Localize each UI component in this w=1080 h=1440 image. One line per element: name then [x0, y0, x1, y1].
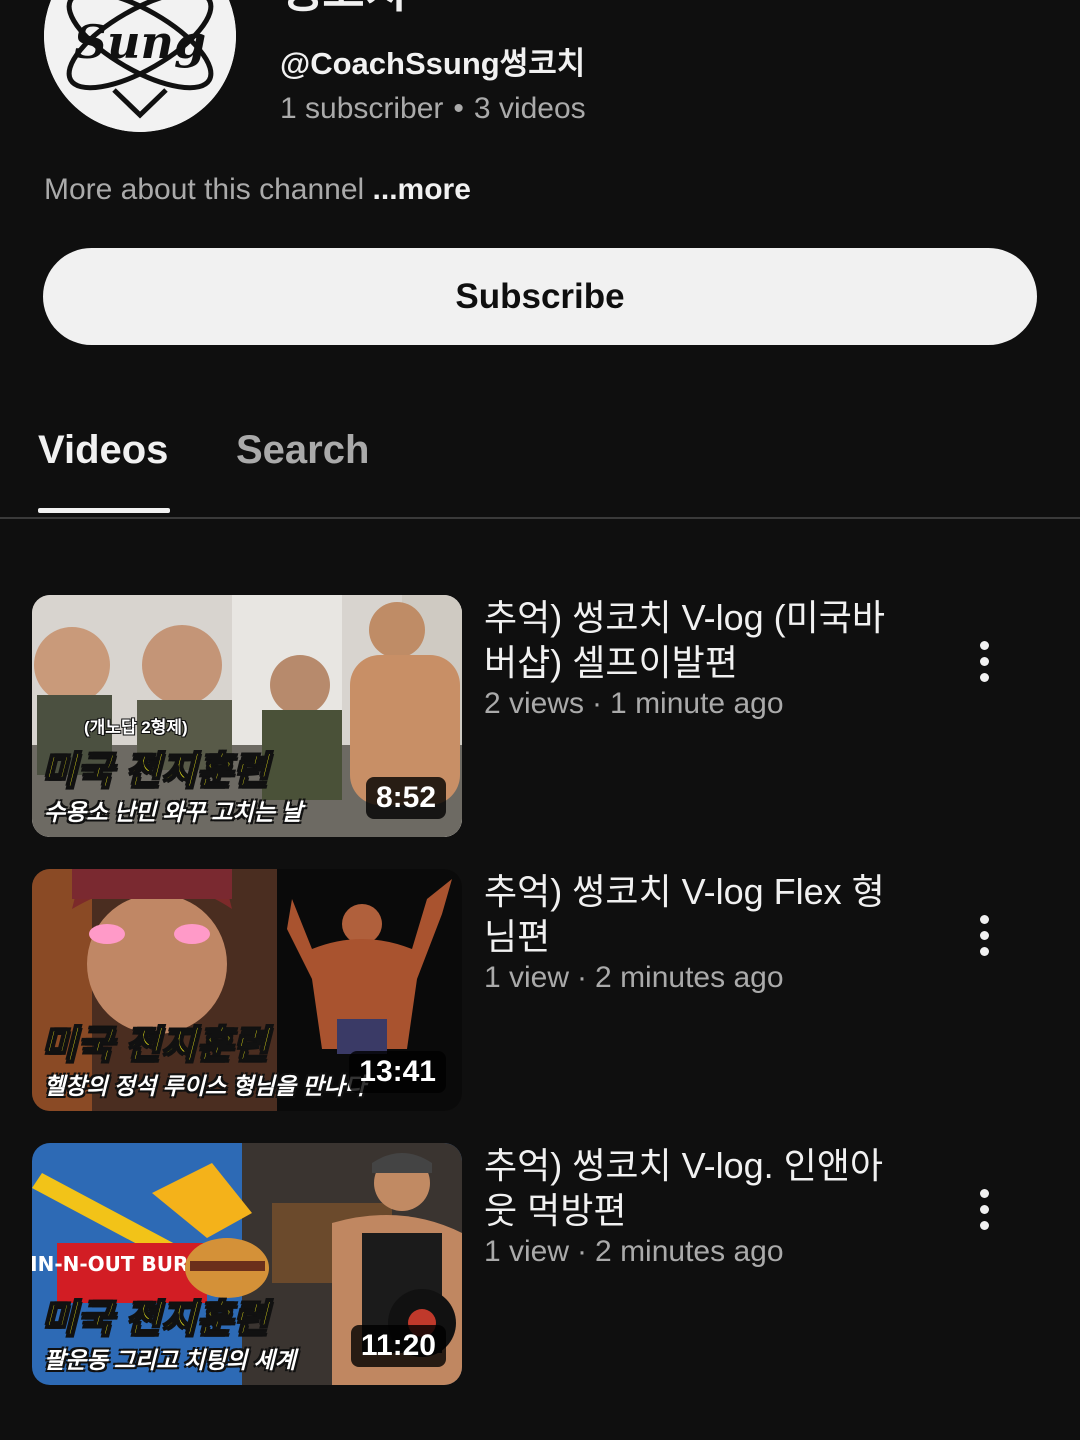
more-options-icon[interactable]: [958, 909, 1010, 961]
tab-videos[interactable]: Videos: [38, 428, 168, 473]
channel-name: 썽코치: [280, 0, 407, 14]
active-tab-indicator: [38, 508, 170, 513]
thumbnail-subtitle: 수용소 난민 와꾸 고치는 날: [44, 799, 303, 825]
more-options-icon[interactable]: [958, 635, 1010, 687]
subscribe-button[interactable]: Subscribe: [43, 248, 1037, 345]
about-more-link[interactable]: ...more: [373, 173, 471, 206]
meta-separator: ·: [577, 1235, 588, 1268]
thumbnail-title: 미국 전지훈련: [41, 1298, 270, 1342]
tab-search[interactable]: Search: [236, 428, 369, 473]
video-thumbnail[interactable]: IN-N-OUT BURGER 미국 전지훈련 팔운동 그리고 치팅의 세계 1…: [32, 1143, 462, 1385]
about-text: More about this channel: [44, 173, 365, 206]
thumbnail-subtitle: 팔운동 그리고 치팅의 세계: [44, 1347, 296, 1373]
thumbnail-title: 미국 전지훈련: [41, 750, 270, 794]
channel-avatar[interactable]: Sung: [44, 0, 236, 132]
tabs-divider: [0, 517, 1080, 519]
channel-handle: @CoachSsung썽코치: [280, 46, 586, 81]
upload-age: 2 minutes ago: [595, 961, 784, 994]
meta-separator: ·: [592, 687, 603, 720]
svg-text:Sung: Sung: [74, 15, 206, 69]
video-count: 3 videos: [473, 92, 586, 125]
view-count: 2 views: [484, 687, 585, 720]
thumbnail-tag: (개노답 2형제): [84, 718, 188, 737]
video-title[interactable]: 추억) 썽코치 V-log. 인앤아웃 먹방편: [484, 1143, 904, 1233]
more-options-icon[interactable]: [958, 1183, 1010, 1235]
stats-separator: •: [453, 92, 464, 125]
thumbnail-subtitle: 헬창의 정석 루이스 형님을 만나다: [44, 1073, 366, 1099]
channel-page: Sung 썽코치 @CoachSsung썽코치 1 subscriber • 3 v…: [0, 0, 1080, 1440]
upload-age: 1 minute ago: [610, 687, 784, 720]
channel-stats: 1 subscriber • 3 videos: [280, 92, 586, 126]
view-count: 1 view: [484, 1235, 570, 1268]
video-thumbnail[interactable]: 미국 전지훈련 헬창의 정석 루이스 형님을 만나다 13:41: [32, 869, 462, 1111]
video-item[interactable]: IN-N-OUT BURGER 미국 전지훈련 팔운동 그리고 치팅의 세계 1…: [0, 1143, 1080, 1387]
video-title[interactable]: 추억) 썽코치 V-log (미국바버샵) 셀프이발편: [484, 595, 904, 685]
meta-separator: ·: [577, 961, 588, 994]
video-duration: 8:52: [365, 777, 446, 819]
channel-about[interactable]: More about this channel ...more: [44, 173, 471, 207]
channel-tabs: Videos Search: [0, 400, 1080, 520]
video-meta: 1 view · 2 minutes ago: [484, 1235, 784, 1269]
thumbnail-title: 미국 전지훈련: [41, 1024, 270, 1068]
video-item[interactable]: 미국 전지훈련 헬창의 정석 루이스 형님을 만나다 13:41 추억) 썽코치…: [0, 869, 1080, 1113]
video-meta: 2 views · 1 minute ago: [484, 687, 784, 721]
view-count: 1 view: [484, 961, 570, 994]
video-duration: 11:20: [350, 1325, 446, 1367]
channel-logo-icon: Sung: [44, 0, 236, 132]
subscriber-count: 1 subscriber: [280, 92, 444, 125]
video-meta: 1 view · 2 minutes ago: [484, 961, 784, 995]
video-thumbnail[interactable]: (개노답 2형제) 미국 전지훈련 수용소 난민 와꾸 고치는 날 8:52: [32, 595, 462, 837]
video-item[interactable]: (개노답 2형제) 미국 전지훈련 수용소 난민 와꾸 고치는 날 8:52 추…: [0, 595, 1080, 839]
video-title[interactable]: 추억) 썽코치 V-log Flex 형님편: [484, 869, 904, 959]
upload-age: 2 minutes ago: [595, 1235, 784, 1268]
video-duration: 13:41: [349, 1051, 446, 1093]
